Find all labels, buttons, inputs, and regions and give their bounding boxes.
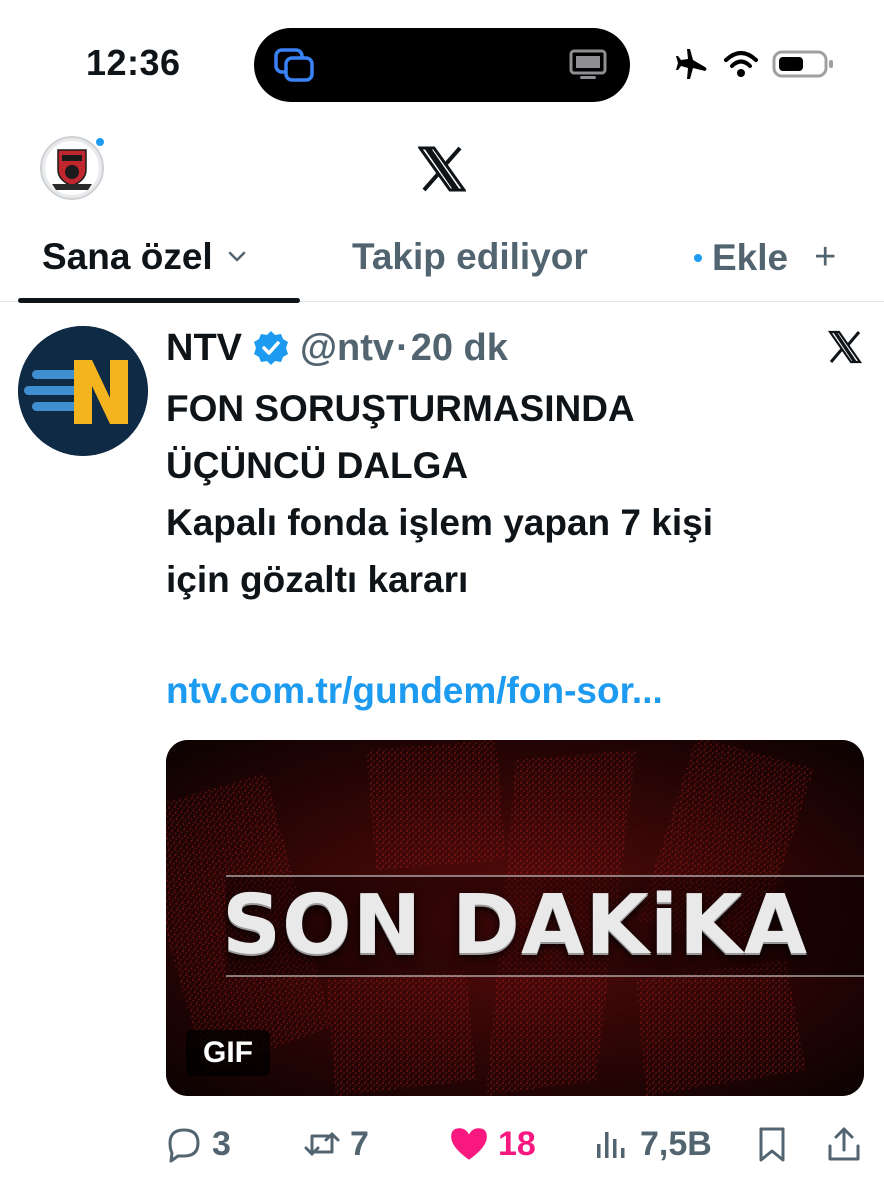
like-count: 18 [498,1124,536,1163]
tweet-media-gif[interactable]: SON DAKiKA GIF [166,740,864,1096]
tweet-text-line: FON SORUŞTURMASINDA [166,388,635,429]
screen-mirroring-icon [274,48,314,82]
heart-icon [451,1128,487,1160]
share-button[interactable] [824,1118,864,1170]
status-time: 12:36 [86,42,181,83]
status-bar: 12:36 [0,0,884,120]
media-headline: SON DAKiKA [221,878,809,973]
tab-label: Takip ediliyor [352,236,588,277]
retweet-button[interactable]: 7 [302,1118,369,1170]
like-button[interactable]: 18 [448,1118,536,1170]
tweet-text-line: ÜÇÜNCÜ DALGA [166,445,469,486]
tweet-header: NTV @ntv · 20 dk [166,324,508,372]
views-count: 7,5B [640,1124,712,1163]
views-icon [597,1132,625,1158]
gif-badge: GIF [186,1030,270,1076]
author-name[interactable]: NTV [166,327,242,370]
active-tab-indicator [18,298,300,303]
reply-button[interactable]: 3 [164,1118,231,1170]
bookmark-button[interactable] [752,1118,792,1170]
x-logo-icon[interactable] [418,146,466,192]
status-icons [674,44,836,84]
retweet-count: 7 [350,1124,369,1163]
bookmark-icon [759,1127,785,1162]
airplane-icon [676,49,707,79]
plus-icon[interactable]: + [814,236,836,279]
tweet-body: FON SORUŞTURMASINDA ÜÇÜNCÜ DALGA Kapalı … [166,380,846,608]
reply-icon [168,1128,200,1163]
tweet-text-line: Kapalı fonda işlem yapan 7 kişi [166,502,713,543]
author-handle[interactable]: @ntv [300,327,394,370]
tab-for-you[interactable]: Sana özel [42,236,247,278]
unread-dot [694,253,702,262]
tab-add[interactable]: Ekle + [694,236,836,279]
chevron-down-icon[interactable] [227,250,247,264]
battery-icon [772,50,833,78]
verified-badge-icon [254,331,288,365]
meta-separator: · [396,326,409,369]
ntv-logo-icon [18,326,148,456]
tweet-link[interactable]: ntv.com.tr/gundem/fon-sor... [166,670,663,712]
dismiss-icon[interactable] [828,330,862,364]
tweet-author-avatar[interactable] [18,326,148,456]
tab-label: Sana özel [42,236,213,277]
tab-following[interactable]: Takip ediliyor [352,236,588,278]
profile-avatar-button[interactable] [40,136,106,200]
notification-dot [94,136,106,148]
views-button[interactable]: 7,5B [592,1118,712,1170]
retweet-icon [304,1132,340,1156]
tweet-text-line: için gözaltı kararı [166,559,469,600]
team-logo-icon [45,141,99,195]
reply-count: 3 [212,1124,231,1163]
wifi-icon [724,51,758,77]
tab-label: Ekle [712,236,789,278]
share-icon [828,1127,860,1161]
tweet-actions: 3 7 18 7,5B [164,1118,864,1170]
dynamic-island [254,28,630,102]
tweet-time[interactable]: 20 dk [411,327,508,370]
tv-icon [569,49,607,79]
timeline-tabs: Sana özel Takip ediliyor Ekle + [0,224,884,303]
